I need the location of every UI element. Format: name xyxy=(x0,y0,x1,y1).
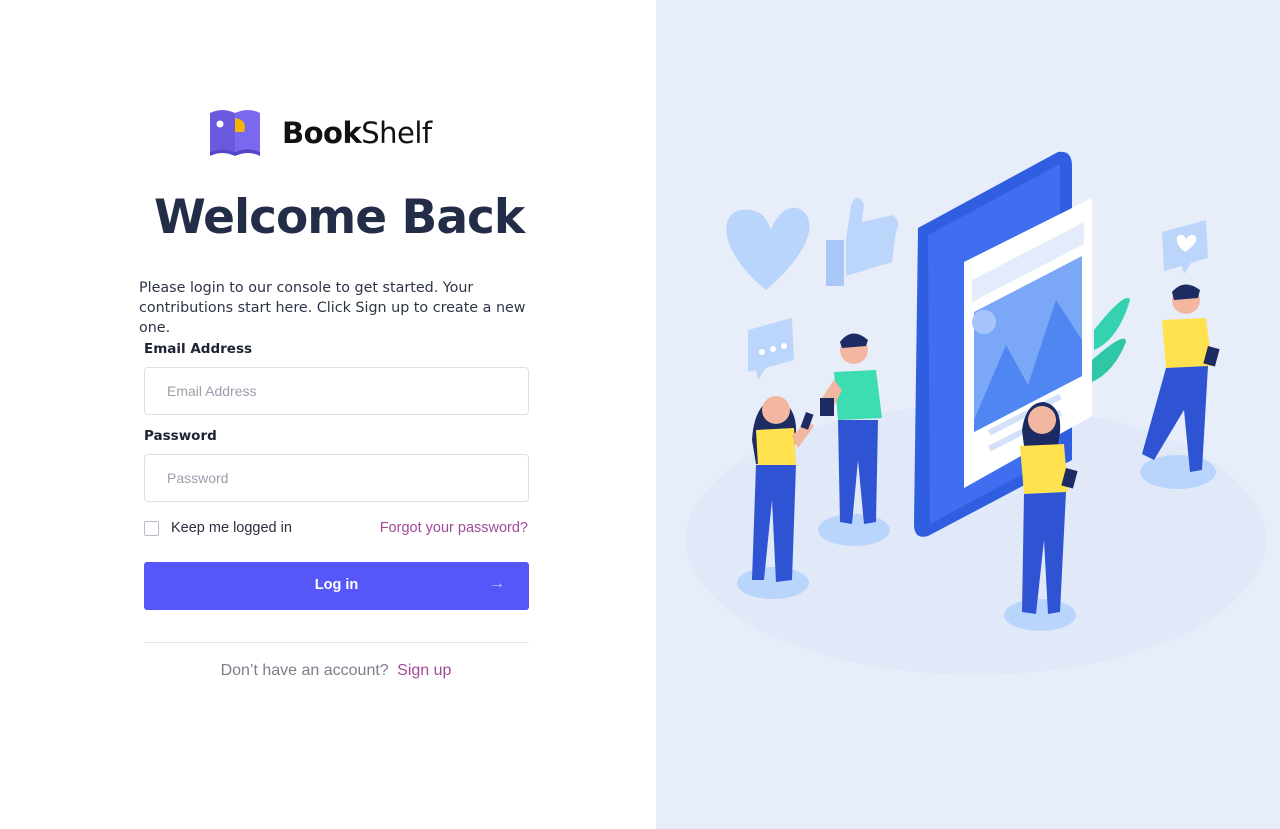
keep-logged-in-label: Keep me logged in xyxy=(171,520,292,536)
brand: BookShelf xyxy=(208,108,432,158)
brand-name-bold: Book xyxy=(282,116,362,150)
login-panel: BookShelf Welcome Back Please login to o… xyxy=(0,0,656,829)
password-input[interactable] xyxy=(144,454,529,502)
plant-illustration xyxy=(1092,298,1130,382)
social-media-illustration xyxy=(686,151,1266,675)
arrow-right-icon: → xyxy=(489,575,505,592)
bookshelf-logo-icon xyxy=(210,110,260,156)
login-button-label: Log in xyxy=(314,577,359,593)
intro-text: Please login to our console to get start… xyxy=(139,280,526,336)
signup-question: Don’t have an account? xyxy=(220,662,389,679)
person-illustration xyxy=(1140,284,1220,489)
forgot-password-link[interactable]: Forgot your password? xyxy=(380,520,528,536)
page-title: Welcome Back xyxy=(154,190,525,245)
divider xyxy=(144,642,529,643)
chat-bubble-icon xyxy=(748,318,794,380)
thumbs-up-icon xyxy=(826,197,899,286)
keep-logged-in[interactable]: Keep me logged in xyxy=(144,520,292,536)
email-input[interactable] xyxy=(144,367,529,415)
illustration-panel xyxy=(656,0,1280,829)
signup-link[interactable]: Sign up xyxy=(397,662,451,679)
keep-logged-in-checkbox[interactable] xyxy=(144,520,159,536)
brand-name: BookShelf xyxy=(282,116,432,150)
password-label: Password xyxy=(144,428,217,444)
email-label: Email Address xyxy=(144,341,253,357)
signup-prompt: Don’t have an account? Sign up xyxy=(0,662,672,680)
heart-icon xyxy=(726,207,810,290)
brand-name-rest: Shelf xyxy=(361,116,432,150)
login-button[interactable]: Log in → xyxy=(144,562,529,610)
heart-bubble-icon xyxy=(1162,220,1208,274)
